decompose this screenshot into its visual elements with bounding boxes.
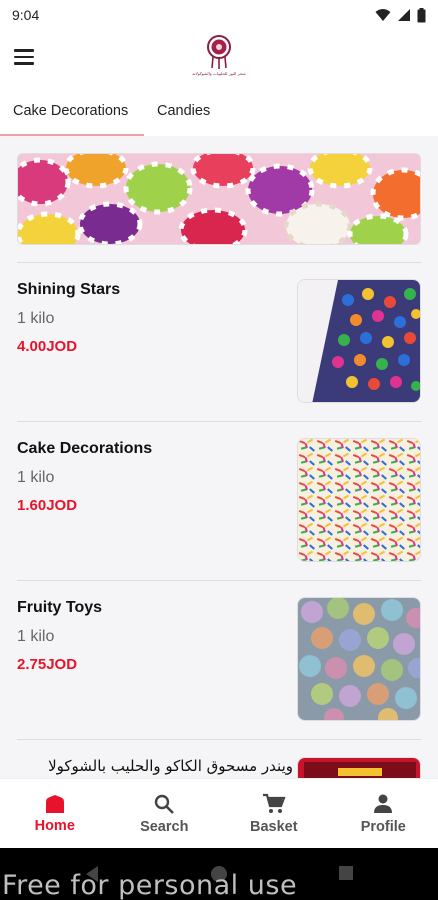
nav-basket[interactable]: Basket bbox=[219, 779, 329, 848]
product-image bbox=[297, 438, 421, 562]
status-time: 9:04 bbox=[12, 7, 40, 23]
promo-banner[interactable] bbox=[17, 153, 421, 245]
product-card-fruity-toys[interactable]: Fruity Toys 1 kilo 2.75JOD bbox=[0, 581, 438, 721]
product-image bbox=[297, 757, 421, 778]
product-name: ويندر مسحوق الكاكو والحليب بالشوكولا bbox=[48, 757, 293, 775]
product-weight: 1 kilo bbox=[17, 310, 55, 327]
status-icons bbox=[375, 7, 426, 23]
logo-caption: متجر النور للحلويات والشوكولاته bbox=[192, 71, 246, 76]
product-card-shining-stars[interactable]: Shining Stars 1 kilo 4.00JOD bbox=[0, 263, 438, 403]
app-bar: متجر النور للحلويات والشوكولاته bbox=[0, 30, 438, 86]
product-price: 4.00JOD bbox=[17, 338, 78, 355]
recents-icon[interactable] bbox=[338, 865, 354, 881]
nav-home[interactable]: Home bbox=[0, 779, 110, 848]
category-tabs: Cake Decorations Candies bbox=[0, 86, 438, 136]
bottom-navigation: Home Search Basket Profile bbox=[0, 778, 438, 848]
product-list: Shining Stars 1 kilo 4.00JOD Cake Decora… bbox=[0, 136, 438, 778]
product-image bbox=[297, 597, 421, 721]
product-price: 2.75JOD bbox=[17, 656, 78, 673]
nav-label: Basket bbox=[249, 818, 298, 835]
watermark-text: Free for personal use bbox=[2, 870, 298, 900]
menu-icon bbox=[14, 49, 34, 52]
candy-banner-image bbox=[18, 154, 420, 244]
status-bar: 9:04 bbox=[0, 0, 438, 30]
nav-label: Home bbox=[34, 817, 75, 834]
menu-button[interactable] bbox=[14, 44, 40, 70]
profile-icon bbox=[374, 794, 393, 813]
fruity-candies-image bbox=[298, 598, 420, 720]
home-icon bbox=[45, 794, 64, 813]
product-card-cocoa-powder[interactable]: ويندر مسحوق الكاكو والحليب بالشوكولا bbox=[0, 740, 438, 778]
cart-icon bbox=[262, 793, 286, 813]
product-image bbox=[297, 279, 421, 403]
nav-label: Search bbox=[140, 818, 189, 835]
rainbow-sprinkles-image bbox=[298, 439, 420, 561]
nav-profile[interactable]: Profile bbox=[329, 779, 438, 848]
wifi-icon bbox=[375, 9, 391, 21]
cocoa-powder-image bbox=[298, 758, 420, 778]
tab-candies[interactable]: Candies bbox=[144, 86, 223, 136]
product-card-cake-decorations[interactable]: Cake Decorations 1 kilo 1.60JOD bbox=[0, 422, 438, 562]
product-name: Shining Stars bbox=[17, 281, 121, 298]
product-price: 1.60JOD bbox=[17, 497, 78, 514]
product-name: Cake Decorations bbox=[17, 440, 153, 457]
product-weight: 1 kilo bbox=[17, 628, 55, 645]
battery-icon bbox=[417, 7, 426, 22]
store-logo: متجر النور للحلويات والشوكولاته bbox=[189, 34, 249, 84]
tab-cake-decorations[interactable]: Cake Decorations bbox=[0, 86, 144, 136]
signal-icon bbox=[398, 9, 410, 21]
search-icon bbox=[155, 794, 175, 814]
nav-search[interactable]: Search bbox=[110, 779, 220, 848]
product-name: Fruity Toys bbox=[17, 599, 103, 616]
dreamcatcher-logo-icon bbox=[207, 35, 231, 69]
product-weight: 1 kilo bbox=[17, 469, 55, 486]
star-sprinkles-image bbox=[298, 280, 420, 402]
nav-label: Profile bbox=[360, 818, 406, 835]
